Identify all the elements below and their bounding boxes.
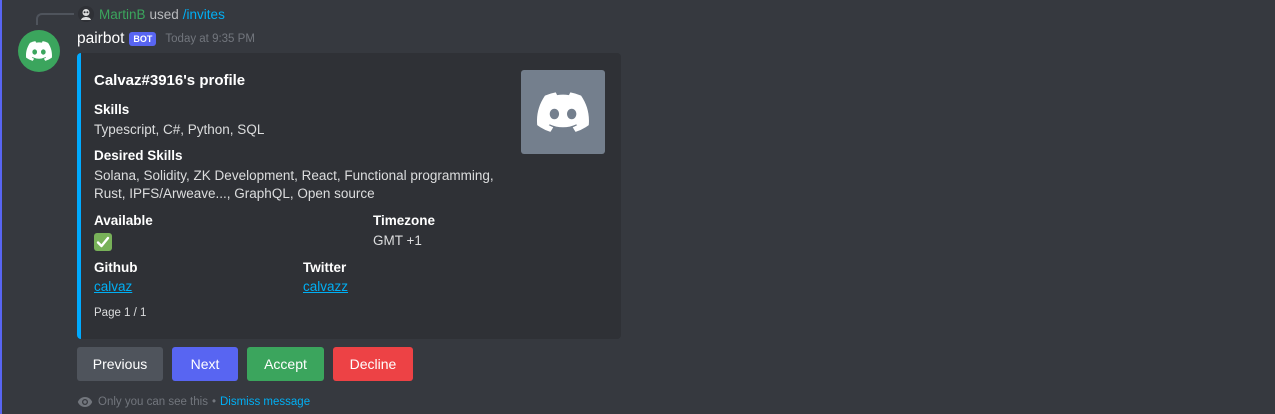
github-link[interactable]: calvaz — [94, 279, 132, 294]
field-name-desired-skills: Desired Skills — [94, 148, 183, 163]
white-check-mark-icon — [94, 233, 112, 251]
embed-title: Calvaz#3916's profile — [94, 72, 246, 89]
accept-button[interactable]: Accept — [247, 347, 324, 381]
ephemeral-highlight-bar — [0, 0, 2, 414]
embed-thumbnail[interactable] — [521, 70, 605, 154]
bot-tag: BOT — [129, 32, 157, 46]
discord-logo-icon — [537, 92, 589, 132]
field-value-timezone: GMT +1 — [373, 233, 422, 248]
message-header: pairbot BOT Today at 9:35 PM — [77, 28, 255, 50]
field-name-timezone: Timezone — [373, 213, 436, 228]
reply-verb: used — [149, 6, 179, 22]
reply-connector — [36, 13, 74, 25]
field-value-desired-skills-line2: Rust, IPFS/Arweave..., GraphQL, Open sou… — [94, 186, 375, 201]
next-button[interactable]: Next — [172, 347, 238, 381]
message-view: MartinB used /invites pairbot BOT Today … — [0, 0, 1275, 414]
ephemeral-notice: Only you can see this • Dismiss message — [77, 394, 310, 410]
reply-command[interactable]: /invites — [183, 7, 225, 22]
ephemeral-text: Only you can see this — [98, 396, 208, 408]
message-timestamp: Today at 9:35 PM — [165, 33, 255, 45]
user-mini-avatar[interactable] — [78, 6, 94, 22]
previous-button[interactable]: Previous — [77, 347, 163, 381]
embed-footer: Page 1 / 1 — [94, 307, 147, 319]
bot-username[interactable]: pairbot — [77, 30, 124, 48]
dismiss-message-link[interactable]: Dismiss message — [220, 396, 310, 408]
field-value-skills: Typescript, C#, Python, SQL — [94, 122, 265, 137]
twitter-link[interactable]: calvazz — [303, 279, 348, 294]
field-name-skills: Skills — [94, 102, 130, 117]
field-name-available: Available — [94, 213, 153, 228]
decline-button[interactable]: Decline — [333, 347, 413, 381]
profile-embed: Calvaz#3916's profile Skills Typescript,… — [77, 53, 621, 339]
field-value-desired-skills-line1: Solana, Solidity, ZK Development, React,… — [94, 168, 494, 183]
discord-logo-icon — [26, 41, 52, 61]
reply-username[interactable]: MartinB — [99, 7, 146, 22]
field-name-github: Github — [94, 260, 138, 275]
command-reply: MartinB used /invites — [78, 5, 225, 23]
bot-avatar[interactable] — [18, 30, 60, 72]
field-name-twitter: Twitter — [303, 260, 347, 275]
eye-icon — [77, 397, 93, 407]
ephemeral-separator: • — [211, 396, 216, 408]
